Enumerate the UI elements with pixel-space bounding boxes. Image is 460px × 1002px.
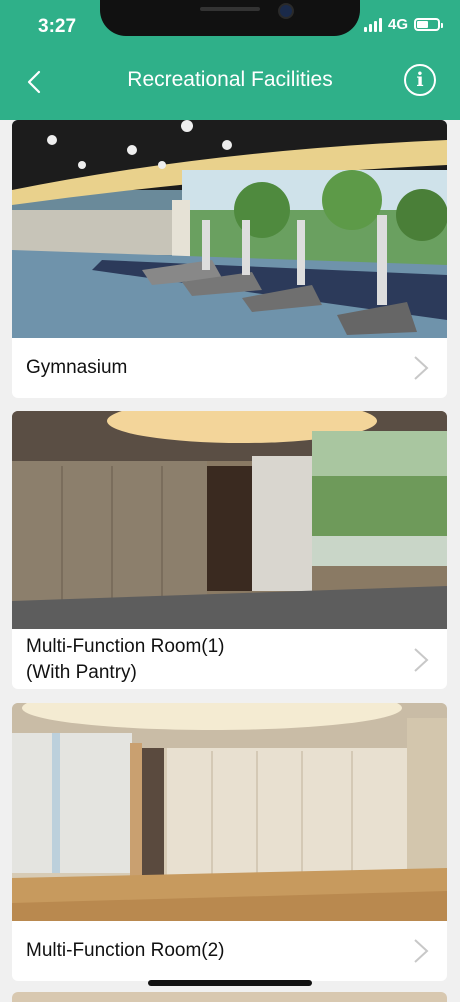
header-bar: 3:27 4G Recreational Facilities i: [0, 0, 460, 120]
page-title: Recreational Facilities: [127, 68, 333, 91]
status-time: 3:27: [38, 16, 77, 37]
multi-function-room-2-photo: [12, 703, 447, 921]
facility-name-line-2: (With Pantry): [26, 662, 137, 683]
chevron-right-icon: [414, 648, 429, 672]
status-icons: 4G: [363, 16, 443, 33]
facility-card-gymnasium[interactable]: Gymnasium: [12, 120, 447, 398]
facility-name-line-1: Multi-Function Room(1): [26, 636, 225, 657]
chevron-right-icon: [414, 939, 429, 963]
facility-name: Multi-Function Room(2): [26, 940, 225, 961]
facility-card-multi-function-room-1[interactable]: Multi-Function Room(1) (With Pantry): [12, 411, 447, 689]
chevron-right-icon: [414, 356, 429, 380]
network-label: 4G: [387, 16, 408, 33]
gymnasium-photo: [12, 120, 447, 338]
info-button[interactable]: i: [404, 64, 436, 96]
next-card-peek: [12, 992, 447, 1002]
signal-icon: [363, 17, 382, 32]
home-indicator[interactable]: [148, 980, 312, 986]
battery-icon: [414, 18, 443, 31]
info-icon: i: [416, 69, 424, 91]
facility-name: Gymnasium: [26, 357, 128, 378]
facility-card-multi-function-room-2[interactable]: Multi-Function Room(2): [12, 703, 447, 981]
device-notch: [100, 0, 360, 36]
multi-function-room-1-photo: [12, 411, 447, 629]
